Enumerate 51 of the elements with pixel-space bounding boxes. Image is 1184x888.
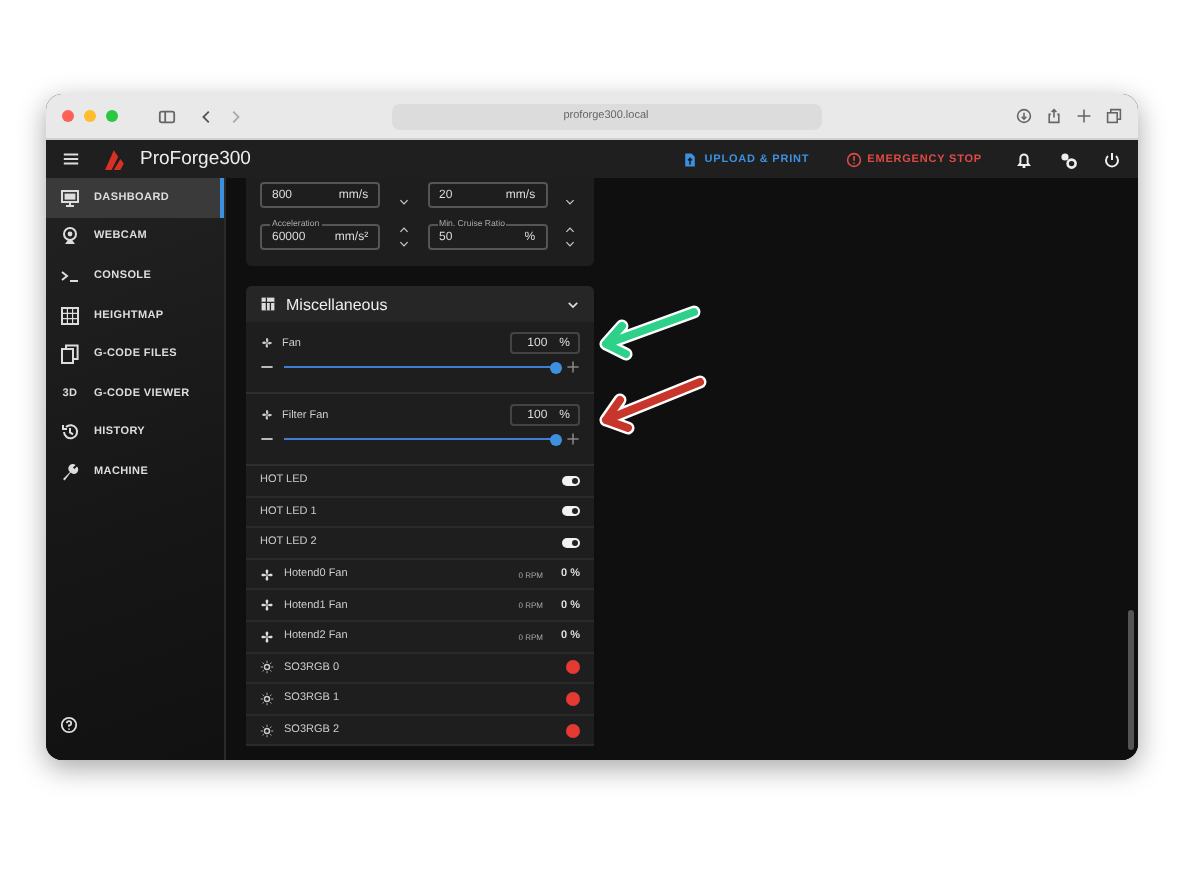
minus-icon <box>260 432 274 446</box>
slider-thumb[interactable] <box>550 433 562 445</box>
toggle-switch[interactable] <box>562 506 580 517</box>
decrease-icon <box>397 238 410 250</box>
status-dot[interactable] <box>566 723 580 738</box>
slider-thumb[interactable] <box>550 361 562 373</box>
console-icon <box>60 265 80 286</box>
status-dot[interactable] <box>566 660 580 675</box>
panel-icon <box>260 296 276 312</box>
decrease-icon <box>564 238 577 250</box>
share-icon <box>1046 108 1062 124</box>
light-icon <box>260 691 274 706</box>
increase-icon <box>564 224 577 236</box>
fan-icon <box>260 598 274 613</box>
app-title: ProForge300 <box>140 148 251 170</box>
fan-icon <box>260 408 274 422</box>
history-icon <box>60 422 80 443</box>
wrench-icon <box>60 461 80 482</box>
warning-icon <box>845 151 862 167</box>
fan-icon <box>260 629 274 644</box>
power-icon <box>1102 149 1122 169</box>
minus-icon <box>260 360 274 374</box>
sidebar-toggle-icon <box>158 107 176 125</box>
gears-icon <box>1058 149 1078 169</box>
plus-icon <box>566 360 580 374</box>
panel-title: Miscellaneous <box>286 295 390 313</box>
logo-icon <box>104 148 128 170</box>
toggle-switch[interactable] <box>562 537 580 548</box>
help-icon <box>60 716 78 734</box>
tabs-icon <box>1106 108 1122 124</box>
fan-icon <box>260 336 274 350</box>
light-icon <box>260 723 274 738</box>
increase-icon <box>397 224 410 236</box>
decrease-icon <box>397 196 410 208</box>
upload-file-icon <box>682 151 699 167</box>
webcam-icon <box>60 226 80 247</box>
light-icon <box>260 660 274 675</box>
scrollbar[interactable] <box>1128 610 1134 750</box>
plus-icon <box>566 432 580 446</box>
bell-icon <box>1014 149 1034 169</box>
grid-icon <box>60 305 80 326</box>
close-button[interactable] <box>62 110 74 122</box>
files-icon <box>60 344 80 365</box>
monitor-icon <box>60 187 80 208</box>
menu-icon <box>62 150 80 168</box>
status-dot[interactable] <box>566 691 580 706</box>
toggle-switch[interactable] <box>562 475 580 486</box>
decrease-icon <box>564 196 577 208</box>
download-icon <box>1016 108 1032 124</box>
plus-icon <box>1076 108 1092 124</box>
fan-icon <box>260 567 274 582</box>
